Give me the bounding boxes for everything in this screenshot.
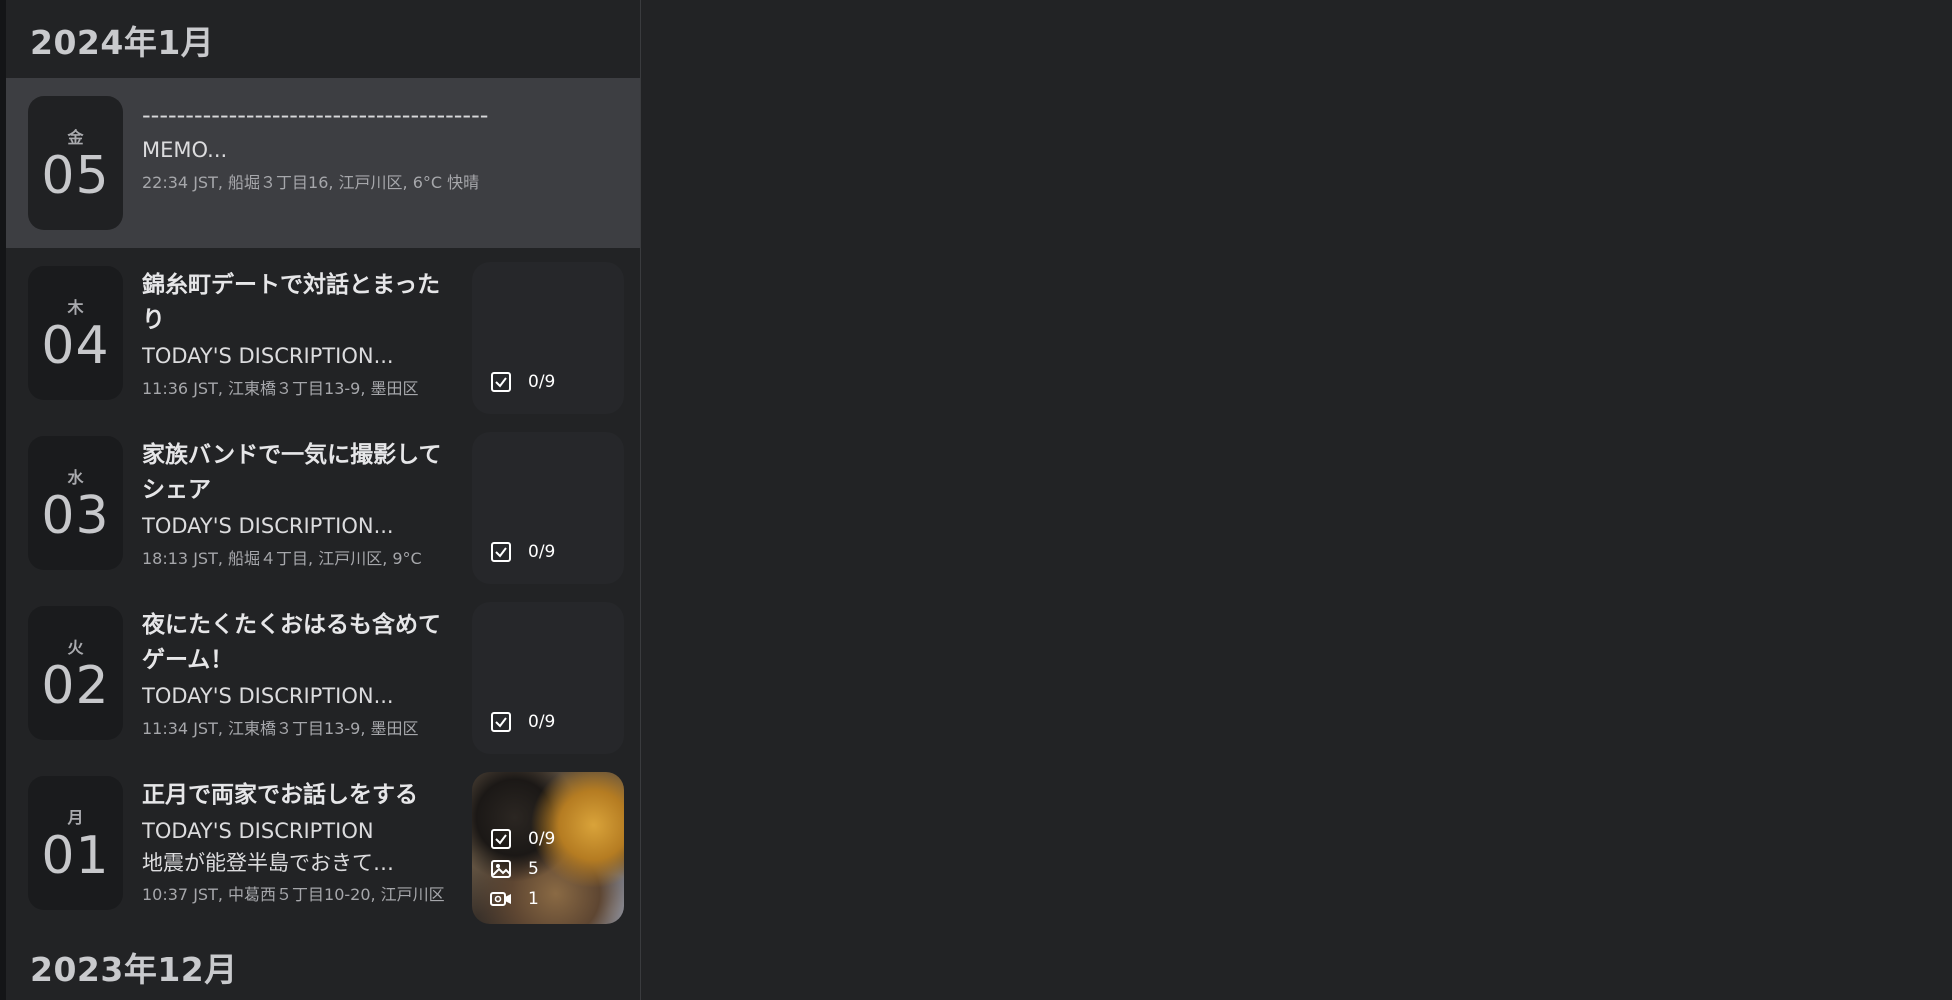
photo-count-label: 5 [528, 859, 539, 879]
entry-description-line2: 地震が能登半島でおきて… [142, 851, 394, 875]
entry-meta: 18:13 JST, 船堀４丁目, 江戸川区, 9°C [142, 549, 422, 568]
entry-description: TODAY'S DISCRIPTION... [142, 684, 394, 708]
entry-title: 夜にたくたくおはるも含めてゲーム！ [142, 612, 441, 673]
task-count-label: 0/9 [528, 542, 556, 562]
entry-meta: 11:36 JST, 江東橋３丁目13-9, 墨田区 [142, 379, 419, 398]
weekday-label: 金 [67, 128, 84, 147]
date-tile: 金 05 [28, 96, 123, 230]
detail-pane [641, 0, 1952, 1000]
weekday-label: 水 [67, 468, 84, 487]
journal-entry-05[interactable]: 金 05 -----------------------------------… [6, 78, 640, 248]
video-count: 1 [490, 886, 539, 912]
task-count: 0/9 [490, 539, 555, 565]
date-tile: 水 03 [28, 436, 123, 570]
date-tile: 火 02 [28, 606, 123, 740]
checkbox-icon [491, 542, 511, 562]
month-header: 2023年12月 [30, 950, 238, 989]
month-header: 2024年1月 [30, 23, 215, 62]
journal-sidebar[interactable]: 2024年1月 金 05 ---------------------------… [0, 0, 641, 1000]
day-number: 03 [41, 486, 110, 546]
photo-count: 5 [490, 856, 539, 882]
video-camera-icon [490, 892, 511, 906]
date-tile: 月 01 [28, 776, 123, 910]
task-count-label: 0/9 [528, 712, 556, 732]
entry-photo-thumbnail[interactable]: 0/9 5 1 [472, 772, 624, 924]
entry-meta: 11:34 JST, 江東橋３丁目13-9, 墨田区 [142, 719, 419, 738]
entry-thumbnail[interactable]: 0/9 [472, 262, 624, 414]
entry-meta: 22:34 JST, 船堀３丁目16, 江戸川区, 6°C 快晴 [142, 173, 480, 192]
task-count: 0/9 [490, 369, 555, 395]
video-count-label: 1 [528, 889, 539, 909]
checkbox-icon [491, 712, 511, 732]
photo-icon [491, 860, 511, 878]
day-number: 02 [41, 656, 110, 716]
task-count: 0/9 [490, 709, 555, 735]
day-number: 04 [41, 316, 110, 376]
journal-entry-04[interactable]: 木 04 錦糸町デートで対話とまったり TODAY'S DISCRIPTION.… [6, 248, 640, 418]
entry-description: TODAY'S DISCRIPTION... [142, 514, 394, 538]
entry-description: MEMO... [142, 138, 228, 162]
task-count: 0/9 [490, 826, 555, 852]
entry-title: ---------------------------------------- [142, 101, 489, 129]
task-count-label: 0/9 [528, 372, 556, 392]
task-count-label: 0/9 [528, 829, 556, 849]
entry-description: TODAY'S DISCRIPTION... [142, 344, 394, 368]
entry-description: TODAY'S DISCRIPTION [142, 819, 374, 843]
weekday-label: 木 [67, 298, 84, 317]
entry-title: 家族バンドで一気に撮影してシェア [142, 442, 442, 503]
entry-title: 錦糸町デートで対話とまったり [142, 272, 441, 333]
entry-meta: 10:37 JST, 中葛西５丁目10-20, 江戸川区 [142, 885, 445, 904]
day-number: 01 [41, 826, 110, 886]
journal-entry-02[interactable]: 火 02 夜にたくたくおはるも含めてゲーム！ TODAY'S DISCRIPTI… [6, 588, 640, 758]
entry-thumbnail[interactable]: 0/9 [472, 602, 624, 754]
journal-entry-01[interactable]: 月 01 正月で両家でお話しをする TODAY'S DISCRIPTION 地震… [6, 758, 640, 928]
date-tile: 木 04 [28, 266, 123, 400]
checkbox-icon [491, 829, 511, 849]
day-number: 05 [41, 146, 110, 206]
entry-thumbnail[interactable]: 0/9 [472, 432, 624, 584]
weekday-label: 月 [67, 808, 84, 827]
weekday-label: 火 [67, 638, 84, 657]
checkbox-icon [491, 372, 511, 392]
entry-title: 正月で両家でお話しをする [142, 782, 418, 808]
journal-entry-03[interactable]: 水 03 家族バンドで一気に撮影してシェア TODAY'S DISCRIPTIO… [6, 418, 640, 588]
